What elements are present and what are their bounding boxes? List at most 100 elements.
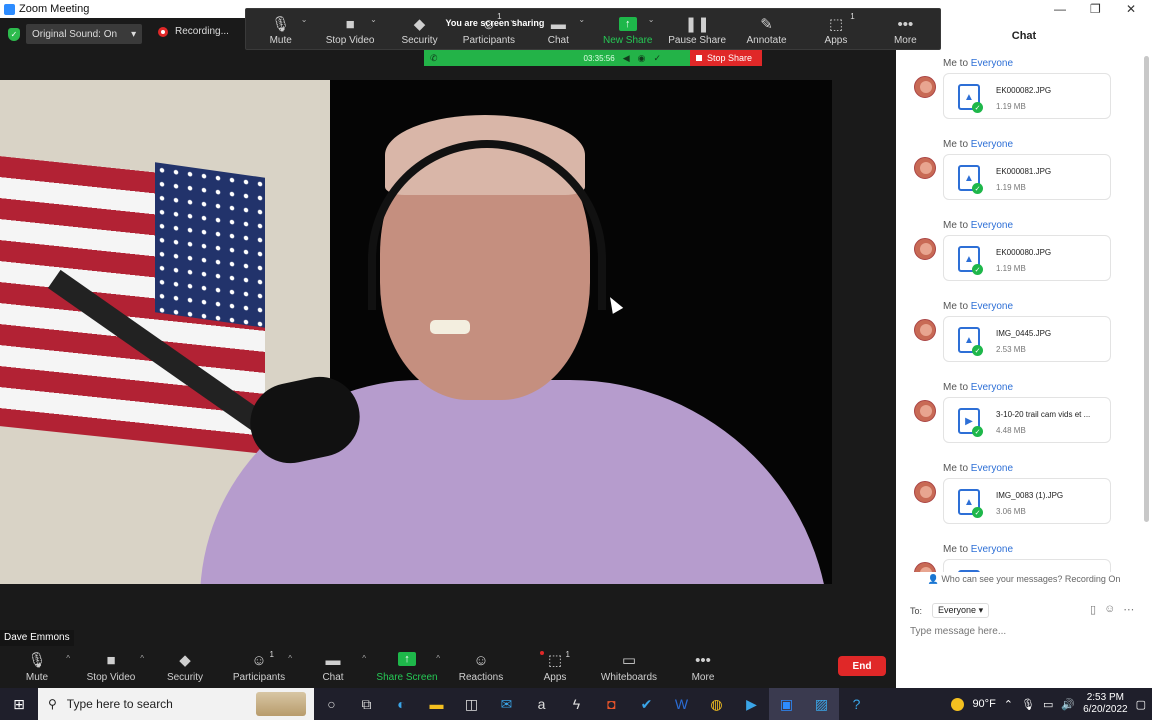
file-name: EK000081.JPG <box>996 167 1052 176</box>
pause-share-label: Pause Share <box>668 35 727 46</box>
message-sender: Me to Everyone <box>943 544 1013 555</box>
participants-button[interactable]: ☺ 1 ^ Participants <box>222 646 296 688</box>
record-icon <box>158 26 168 37</box>
microphone-tray-icon[interactable]: 🎙 <box>1021 698 1035 711</box>
amazon-icon[interactable]: a <box>524 688 559 720</box>
media-player-icon[interactable]: ▶ <box>734 688 769 720</box>
edge-browser-icon[interactable]: ◐ <box>384 688 419 720</box>
sharing-message: You are screen sharing <box>445 17 545 28</box>
pause-share-button[interactable]: ❚❚ Pause Share <box>662 9 731 49</box>
message-sender: Me to Everyone <box>943 463 1013 474</box>
encryption-shield-icon[interactable]: ✓ <box>8 27 20 41</box>
chat-message-list[interactable]: Me to Everyone ▲ ✓ EK000082.JPG 1.19 MB … <box>896 52 1144 572</box>
chevron-up-icon[interactable]: ^ <box>140 654 144 663</box>
more-dots-icon[interactable]: ⋯ <box>1123 603 1134 616</box>
file-size: 4.48 MB <box>996 426 1026 435</box>
file-attachment[interactable]: ▲ ✓ EK000080.JPG 1.19 MB <box>943 235 1111 281</box>
help-icon[interactable]: ? <box>839 688 874 720</box>
share-security-button[interactable]: ◆ Security <box>385 9 454 49</box>
emoji-icon[interactable]: ☺ <box>1104 603 1115 616</box>
original-sound-button[interactable]: Original Sound: On ▾ <box>26 24 143 44</box>
file-icon[interactable]: ▯ <box>1090 603 1096 616</box>
mute-button[interactable]: 🎙 ^ Mute <box>0 646 74 688</box>
share-stop-video-button[interactable]: ■ ⌄ Stop Video <box>315 9 384 49</box>
network-icon[interactable]: ▭ <box>1043 698 1053 711</box>
clock[interactable]: 2:53 PM 6/20/2022 <box>1083 692 1128 716</box>
recipient-link[interactable]: Everyone <box>971 301 1013 312</box>
original-sound-label: Original Sound: On <box>32 28 118 40</box>
store-icon[interactable]: ◫ <box>454 688 489 720</box>
file-explorer-icon[interactable]: ▬ <box>419 688 454 720</box>
close-icon[interactable]: ✕ <box>1126 2 1136 16</box>
share-apps-button[interactable]: ⬚ 1 Apps <box>801 9 870 49</box>
more-button[interactable]: ••• More <box>666 646 740 688</box>
stop-video-button[interactable]: ■ ^ Stop Video <box>74 646 148 688</box>
chat-button[interactable]: ▬ ^ Chat <box>296 646 370 688</box>
recipient-link[interactable]: Everyone <box>971 220 1013 231</box>
taskbar: ⊞ ⚲ Type here to search ○ ⧉ ◐ ▬ ◫ ✉ a ϟ … <box>0 688 1152 720</box>
taskbar-search[interactable]: ⚲ Type here to search <box>38 688 314 720</box>
mute-label: Mute <box>25 672 49 683</box>
tray-chevron-icon[interactable]: ⌃ <box>1004 698 1013 711</box>
file-attachment[interactable]: ▲ <box>943 559 1111 572</box>
who-can-see-text: Who can see your messages? Recording On <box>941 574 1121 584</box>
recipient-link[interactable]: Everyone <box>971 58 1013 69</box>
chevron-up-icon[interactable]: ^ <box>436 654 440 663</box>
mail-icon[interactable]: ✉ <box>489 688 524 720</box>
recipient-link[interactable]: Everyone <box>971 463 1013 474</box>
reactions-button[interactable]: ☺ Reactions <box>444 646 518 688</box>
windows-start-icon[interactable]: ⊞ <box>0 688 38 720</box>
app-bolt-icon[interactable]: ϟ <box>559 688 594 720</box>
todo-check-icon[interactable]: ✔ <box>629 688 664 720</box>
security-button[interactable]: ◆ Security <box>148 646 222 688</box>
apps-button[interactable]: ⬚ 1 Apps <box>518 646 592 688</box>
recipient-link[interactable]: Everyone <box>971 382 1013 393</box>
zoom-taskbar-icon[interactable]: ▣ <box>769 688 804 720</box>
share-stop-video-label: Stop Video <box>325 35 375 46</box>
sharing-status[interactable]: ✆ You are screen sharing 03:35:56 ◀ ◉ ✓ <box>424 18 690 66</box>
weather-sun-icon[interactable] <box>951 697 965 711</box>
who-can-see-notice[interactable]: 👤 Who can see your messages? Recording O… <box>896 574 1152 585</box>
volume-icon[interactable]: 🔊 <box>1061 698 1075 711</box>
recipient-link[interactable]: Everyone <box>971 139 1013 150</box>
share-mute-button[interactable]: 🎙 ⌄ Mute <box>246 9 315 49</box>
annotate-button[interactable]: ✎ Annotate <box>732 9 801 49</box>
recording-indicator[interactable]: Recording... <box>158 26 229 37</box>
chevron-up-icon[interactable]: ⌄ <box>648 15 655 24</box>
file-attachment[interactable]: ▲ ✓ IMG_0445.JPG 2.53 MB <box>943 316 1111 362</box>
file-attachment[interactable]: ▲ ✓ EK000081.JPG 1.19 MB <box>943 154 1111 200</box>
weather-temperature[interactable]: 90°F <box>972 698 995 710</box>
chevron-up-icon[interactable]: ⌄ <box>370 15 377 24</box>
chat-scrollbar[interactable] <box>1144 56 1149 522</box>
chat-message-input[interactable] <box>910 626 1140 637</box>
office-icon[interactable]: ◘ <box>594 688 629 720</box>
chevron-up-icon[interactable]: ⌄ <box>301 15 308 24</box>
stop-share-button[interactable]: Stop Share <box>690 50 762 66</box>
chevron-up-icon[interactable]: ^ <box>288 654 292 663</box>
share-more-button[interactable]: ••• More <box>871 9 940 49</box>
photos-icon[interactable]: ▨ <box>804 688 839 720</box>
recipient-link[interactable]: Everyone <box>971 544 1013 555</box>
file-attachment[interactable]: ▶ ✓ 3-10-20 trail cam vids et ... 4.48 M… <box>943 397 1111 443</box>
participant-video[interactable] <box>0 80 832 584</box>
task-view-icon[interactable]: ⧉ <box>349 688 384 720</box>
check-icon: ✓ <box>972 264 983 275</box>
file-attachment[interactable]: ▲ ✓ IMG_0083 (1).JPG 3.06 MB <box>943 478 1111 524</box>
notification-icon[interactable]: ▢ <box>1136 698 1146 711</box>
recipient-dropdown[interactable]: Everyone ▾ <box>932 603 990 618</box>
maximize-icon[interactable]: ❐ <box>1090 2 1101 16</box>
cortana-icon[interactable]: ○ <box>314 688 349 720</box>
new-share-button[interactable]: ↑ ⌄ New Share <box>593 9 662 49</box>
chrome-icon[interactable]: ◍ <box>699 688 734 720</box>
file-attachment[interactable]: ▲ ✓ EK000082.JPG 1.19 MB <box>943 73 1111 119</box>
minimize-icon[interactable]: — <box>1054 2 1066 16</box>
chevron-up-icon[interactable]: ⌄ <box>578 15 585 24</box>
whiteboards-button[interactable]: ▭ Whiteboards <box>592 646 666 688</box>
word-icon[interactable]: W <box>664 688 699 720</box>
end-meeting-button[interactable]: End <box>838 656 886 676</box>
share-toolbar: 🎙 ⌄ Mute ■ ⌄ Stop Video ◆ Security ☺ 1 ⌄… <box>245 8 941 50</box>
chevron-up-icon[interactable]: ^ <box>66 654 70 663</box>
pause-icon: ❚❚ <box>684 16 710 33</box>
chevron-up-icon[interactable]: ^ <box>362 654 366 663</box>
share-screen-button[interactable]: ↑ ^ Share Screen <box>370 646 444 688</box>
